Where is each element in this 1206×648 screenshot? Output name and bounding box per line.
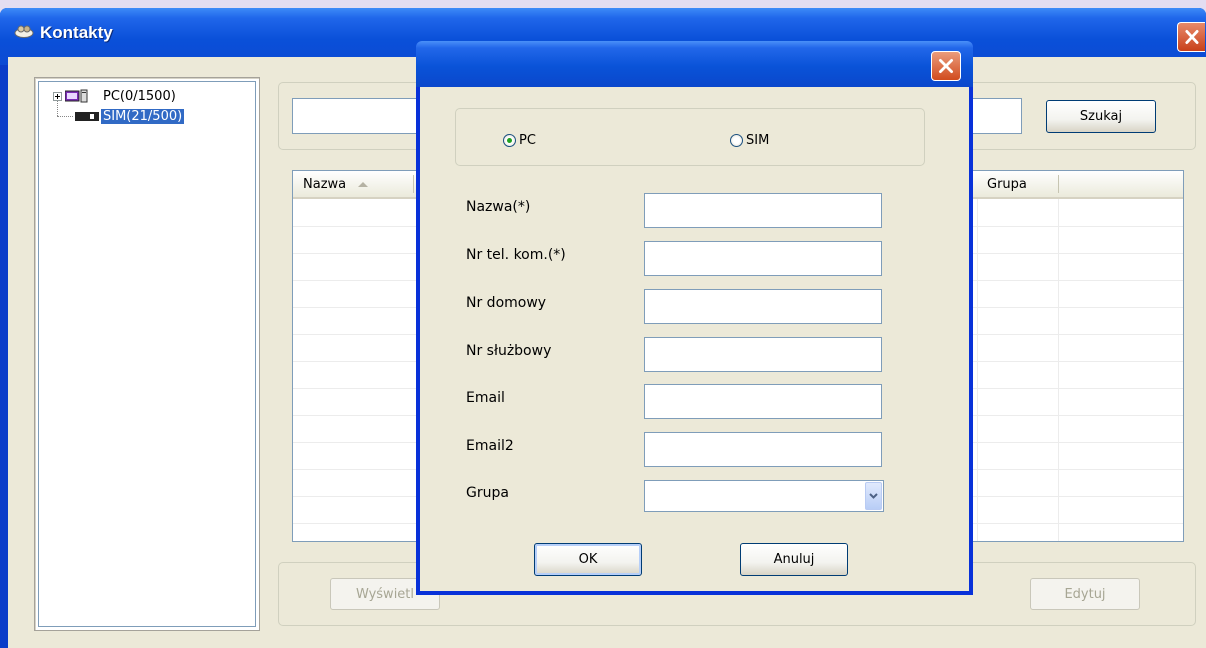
storage-tree-view — [38, 81, 256, 627]
radio-pc[interactable]: PC — [503, 133, 536, 148]
column-header-name[interactable]: Nazwa — [293, 171, 413, 197]
column-header-label: Nazwa — [303, 176, 347, 192]
tree-item-pc[interactable]: PC(0/1500) — [53, 87, 178, 105]
ok-button[interactable]: OK — [534, 543, 642, 576]
dialog-client-area: PC SIM Nazwa(*) Nr tel. kom.(*) Nr domow… — [420, 87, 969, 591]
name-label: Nazwa(*) — [466, 199, 531, 215]
radio-label: PC — [519, 133, 536, 148]
dialog-close-button[interactable] — [931, 51, 961, 81]
computer-icon — [65, 89, 88, 103]
sim-card-icon — [75, 112, 99, 121]
email-field[interactable] — [644, 384, 882, 419]
cancel-button[interactable]: Anuluj — [740, 543, 848, 576]
name-field[interactable] — [644, 193, 882, 228]
column-header-group[interactable]: Grupa — [977, 171, 1063, 197]
email2-field[interactable] — [644, 432, 882, 467]
radio-unselected-icon[interactable] — [730, 134, 743, 147]
storage-tree: PC(0/1500) SIM(21/500) — [34, 77, 260, 631]
grid-line — [977, 199, 978, 541]
column-separator[interactable] — [413, 175, 414, 193]
ok-button-label: OK — [578, 552, 598, 567]
edit-button-label: Edytuj — [1064, 586, 1106, 602]
home-phone-field[interactable] — [644, 289, 882, 324]
tree-item-label: PC(0/1500) — [103, 88, 176, 104]
home-phone-label: Nr domowy — [466, 295, 547, 311]
view-button-label: Wyświetl — [355, 586, 415, 602]
group-select[interactable] — [644, 480, 884, 512]
column-separator[interactable] — [1058, 175, 1059, 193]
search-button[interactable]: Szukaj — [1046, 100, 1156, 133]
dialog-title-bar[interactable] — [416, 41, 973, 87]
chevron-down-icon — [869, 493, 878, 499]
cancel-button-label: Anuluj — [773, 552, 815, 567]
email-label: Email — [466, 390, 505, 406]
radio-label: SIM — [746, 133, 770, 148]
search-button-label: Szukaj — [1079, 109, 1123, 124]
contacts-icon — [14, 25, 34, 38]
plus-icon[interactable] — [53, 91, 62, 101]
tree-item-label: SIM(21/500) — [101, 108, 185, 124]
mobile-field[interactable] — [644, 241, 882, 276]
group-dropdown-button[interactable] — [865, 482, 882, 510]
window-title: Kontakty — [40, 23, 113, 42]
column-header-label: Grupa — [987, 176, 1027, 192]
contact-dialog: PC SIM Nazwa(*) Nr tel. kom.(*) Nr domow… — [416, 41, 973, 595]
work-phone-field[interactable] — [644, 337, 882, 372]
email2-label: Email2 — [466, 438, 514, 454]
work-phone-label: Nr służbowy — [466, 343, 552, 359]
edit-button[interactable]: Edytuj — [1030, 578, 1140, 610]
group-label: Grupa — [466, 485, 509, 501]
tree-item-sim[interactable]: SIM(21/500) — [73, 107, 185, 125]
close-icon — [939, 59, 953, 73]
close-icon — [1185, 30, 1199, 44]
radio-sim[interactable]: SIM — [730, 133, 769, 148]
sort-ascending-icon — [358, 182, 369, 187]
window-close-button[interactable] — [1177, 22, 1205, 52]
tree-connector — [57, 116, 73, 117]
grid-line — [1058, 199, 1059, 541]
mobile-label: Nr tel. kom.(*) — [466, 247, 566, 263]
radio-selected-icon[interactable] — [503, 134, 516, 147]
